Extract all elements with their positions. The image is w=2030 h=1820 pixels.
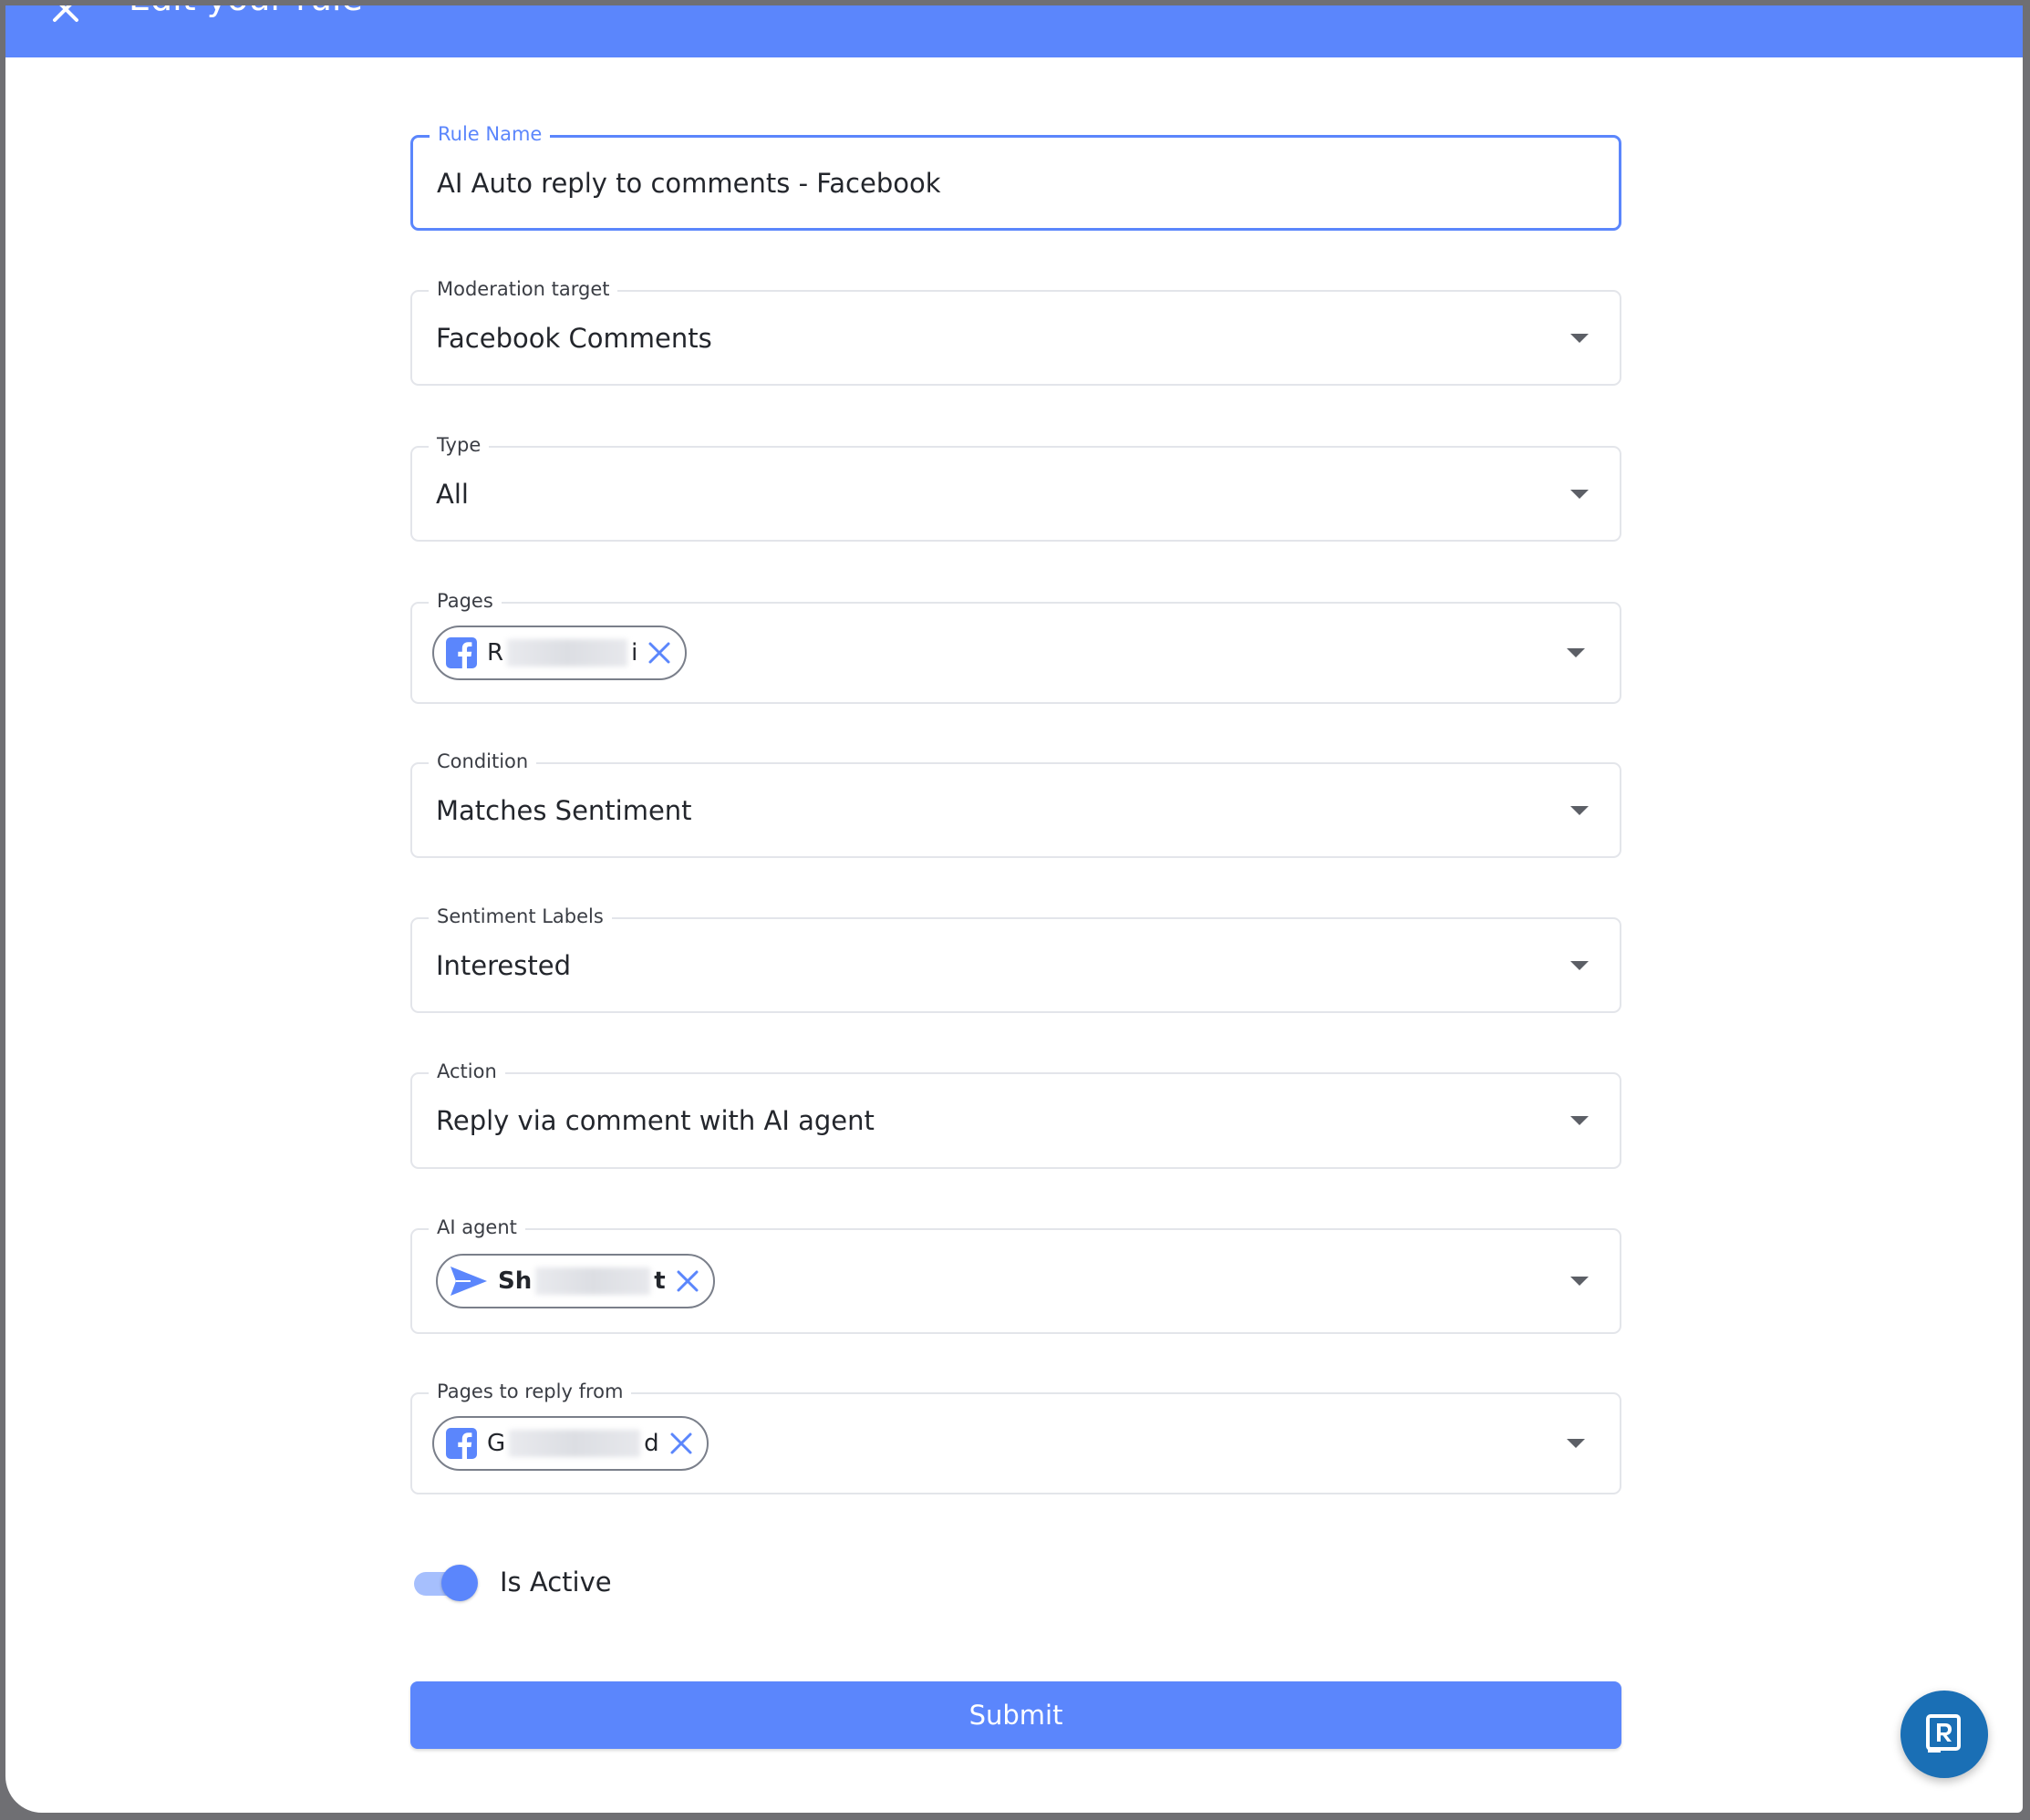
facebook-icon [445, 1427, 478, 1460]
condition-value: Matches Sentiment [436, 794, 692, 826]
pages-select[interactable]: Pages Ri [410, 588, 1621, 704]
edit-rule-dialog: Edit your rule Rule Name AI Auto reply t… [5, 5, 2023, 1813]
action-label: Action [429, 1059, 505, 1084]
toggle-thumb[interactable] [441, 1565, 478, 1601]
pages-to-reply-from-select[interactable]: Pages to reply from Gd [410, 1379, 1621, 1494]
remove-page-icon[interactable] [647, 640, 672, 666]
remove-ai-agent-icon[interactable] [675, 1268, 700, 1294]
send-icon [449, 1265, 489, 1298]
type-select[interactable]: Type All [410, 432, 1621, 542]
type-label: Type [429, 432, 490, 458]
sentiment-labels-select[interactable]: Sentiment Labels Interested [410, 904, 1621, 1013]
rule-name-label: Rule Name [430, 121, 551, 147]
page-chip-label: Ri [487, 638, 638, 667]
chevron-down-icon[interactable] [1570, 805, 1589, 815]
pages-to-reply-from-label: Pages to reply from [429, 1379, 632, 1404]
is-active-toggle[interactable] [410, 1565, 480, 1601]
submit-button[interactable]: Submit [410, 1681, 1621, 1749]
ai-agent-chip-label: Sh t [498, 1267, 666, 1296]
condition-label: Condition [429, 749, 537, 774]
chat-support-button[interactable] [1901, 1691, 1988, 1778]
sentiment-labels-label: Sentiment Labels [429, 904, 612, 929]
pages-label: Pages [429, 588, 502, 614]
reply-page-chip[interactable]: Gd [432, 1416, 709, 1471]
chevron-down-icon[interactable] [1570, 1277, 1589, 1286]
brand-logo-icon [1926, 1714, 1961, 1753]
chevron-down-icon[interactable] [1570, 1116, 1589, 1125]
type-value: All [436, 478, 469, 510]
dialog-title: Edit your rule [129, 5, 363, 18]
ai-agent-select[interactable]: AI agent Sh t [410, 1215, 1621, 1334]
ai-agent-chip[interactable]: Sh t [436, 1254, 715, 1308]
rule-name-input[interactable]: AI Auto reply to comments - Facebook [437, 168, 941, 199]
chevron-down-icon[interactable] [1567, 1439, 1585, 1448]
chevron-down-icon[interactable] [1570, 333, 1589, 343]
condition-select[interactable]: Condition Matches Sentiment [410, 749, 1621, 858]
page-chip[interactable]: Ri [432, 626, 688, 680]
rule-name-field[interactable]: Rule Name AI Auto reply to comments - Fa… [410, 121, 1621, 231]
sentiment-labels-value: Interested [436, 949, 572, 981]
close-icon[interactable] [49, 5, 82, 26]
action-select[interactable]: Action Reply via comment with AI agent [410, 1059, 1621, 1169]
chevron-down-icon[interactable] [1567, 648, 1585, 657]
chevron-down-icon[interactable] [1570, 960, 1589, 970]
moderation-target-select[interactable]: Moderation target Facebook Comments [410, 276, 1621, 386]
is-active-label: Is Active [500, 1567, 612, 1598]
facebook-icon [445, 636, 478, 669]
dialog-header: Edit your rule [5, 5, 2023, 57]
reply-page-chip-label: Gd [487, 1429, 659, 1458]
moderation-target-value: Facebook Comments [436, 322, 712, 354]
chevron-down-icon[interactable] [1570, 489, 1589, 499]
ai-agent-label: AI agent [429, 1215, 525, 1240]
moderation-target-label: Moderation target [429, 276, 618, 302]
action-value: Reply via comment with AI agent [436, 1105, 875, 1136]
remove-reply-page-icon[interactable] [668, 1431, 694, 1456]
